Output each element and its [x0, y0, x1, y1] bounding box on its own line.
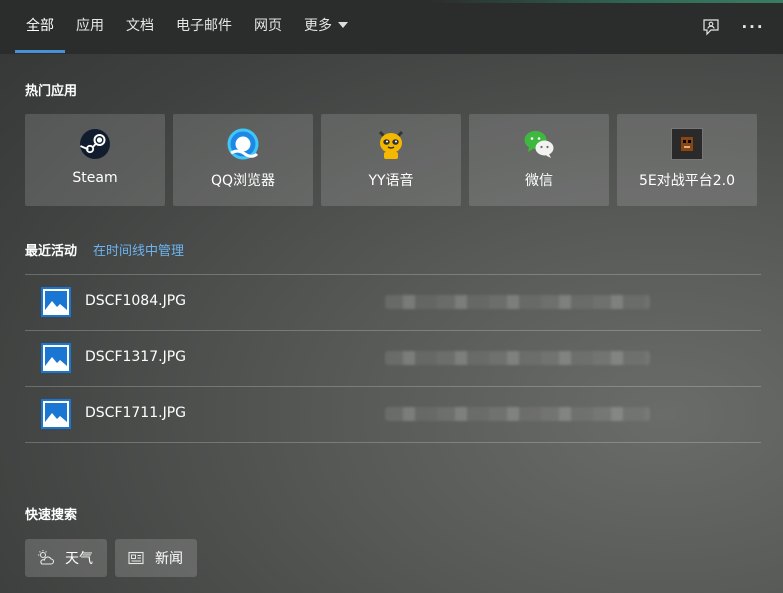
weather-icon — [38, 550, 55, 565]
redacted-path — [385, 407, 650, 421]
image-file-icon — [41, 287, 71, 317]
app-tile-wechat[interactable]: 微信 — [469, 114, 609, 206]
recent-item[interactable]: DSCF1711.JPG — [25, 386, 761, 443]
redacted-path — [385, 295, 650, 309]
5e-platform-icon — [671, 128, 703, 160]
tab-documents[interactable]: 文档 — [115, 0, 165, 54]
tab-more[interactable]: 更多 — [293, 0, 359, 54]
app-label: QQ浏览器 — [210, 173, 276, 189]
file-name: DSCF1711.JPG — [85, 405, 186, 421]
recent-item[interactable]: DSCF1084.JPG — [25, 274, 761, 330]
app-tile-qq-browser[interactable]: QQ浏览器 — [173, 114, 313, 206]
top-apps-title: 热门应用 — [25, 84, 78, 99]
more-options-button[interactable]: ··· — [740, 14, 766, 40]
feedback-button[interactable] — [698, 14, 724, 40]
app-tile-5e-platform[interactable]: 5E对战平台2.0 — [617, 114, 757, 206]
quick-search-title: 快速搜索 — [25, 508, 78, 523]
filter-tabs: 全部 应用 文档 电子邮件 网页 更多 — [15, 0, 359, 54]
file-name: DSCF1317.JPG — [85, 349, 186, 365]
chevron-down-icon — [338, 22, 348, 28]
steam-icon — [80, 129, 110, 159]
app-tile-steam[interactable]: Steam — [25, 114, 165, 206]
more-icon: ··· — [741, 18, 765, 36]
desktop-accent-strip — [430, 0, 783, 3]
tab-web[interactable]: 网页 — [243, 0, 293, 54]
chip-label: 天气 — [65, 551, 93, 567]
recent-item[interactable]: DSCF1317.JPG — [25, 330, 761, 386]
yy-voice-icon — [378, 130, 404, 159]
tab-apps[interactable]: 应用 — [65, 0, 115, 54]
app-label: YY语音 — [368, 173, 414, 189]
image-file-icon — [41, 399, 71, 429]
app-label: 微信 — [525, 173, 553, 189]
chip-label: 新闻 — [155, 551, 183, 567]
app-tile-yy-voice[interactable]: YY语音 — [321, 114, 461, 206]
quick-search-news[interactable]: 新闻 — [115, 539, 197, 577]
qq-browser-icon — [227, 128, 259, 160]
tab-all[interactable]: 全部 — [15, 0, 65, 54]
redacted-path — [385, 351, 650, 365]
news-icon — [128, 551, 144, 565]
quick-search-weather[interactable]: 天气 — [25, 539, 107, 577]
app-label: Steam — [72, 170, 118, 186]
app-label: 5E对战平台2.0 — [638, 173, 736, 189]
wechat-icon — [524, 131, 554, 158]
image-file-icon — [41, 343, 71, 373]
recent-activity-title: 最近活动 — [25, 244, 78, 259]
file-name: DSCF1084.JPG — [85, 293, 186, 309]
tab-email[interactable]: 电子邮件 — [165, 0, 243, 54]
feedback-icon — [703, 19, 719, 36]
manage-in-timeline-link[interactable]: 在时间线中管理 — [93, 240, 184, 259]
